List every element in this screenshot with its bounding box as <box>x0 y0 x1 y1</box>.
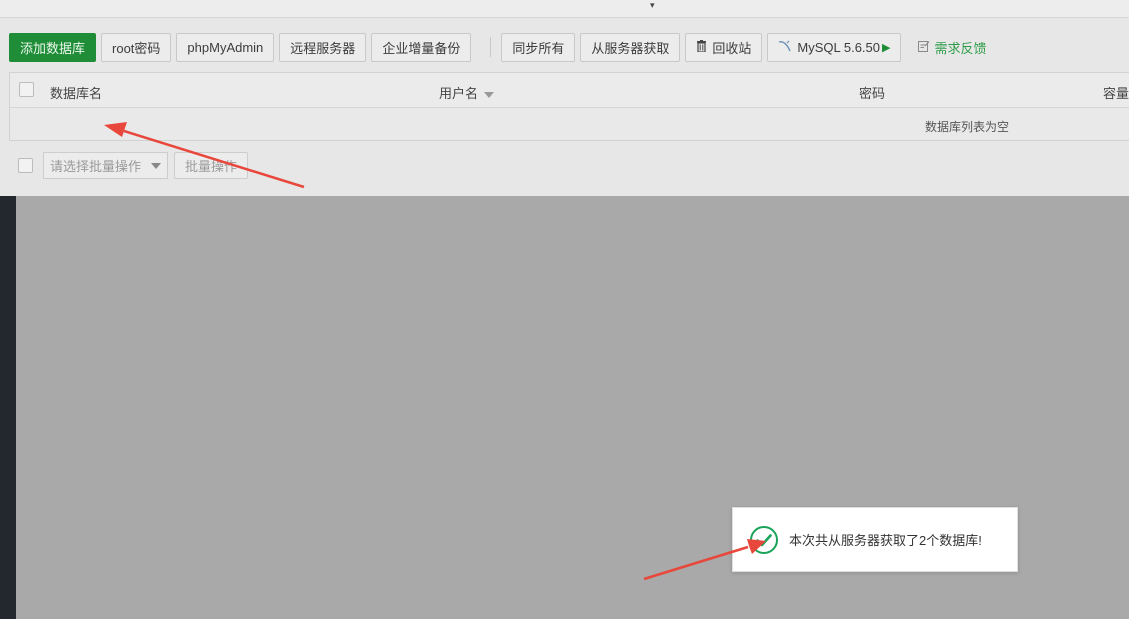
col-database-name: 数据库名 <box>50 86 103 101</box>
toast-message: 本次共从服务器获取了2个数据库! <box>789 533 982 548</box>
empty-state-text: 数据库列表为空 <box>925 120 1010 134</box>
col-capacity: 容量 <box>1103 86 1129 101</box>
feedback-link[interactable]: 需求反馈 <box>918 38 986 57</box>
toolbar-divider <box>490 37 492 57</box>
batch-operation-select[interactable]: 请选择批量操作 <box>43 152 168 179</box>
top-strip: ▾ <box>0 0 1129 18</box>
left-nav-rail <box>0 196 16 619</box>
table-header: 数据库名 用户名 密码 容量 <box>10 73 1129 108</box>
mysql-version-label: MySQL 5.6.50 <box>797 39 880 55</box>
incremental-backup-button[interactable]: 企业增量备份 <box>371 32 472 62</box>
batch-actions: 请选择批量操作 批量操作 <box>18 152 249 179</box>
database-table: 数据库名 用户名 密码 容量 数据库列表为空 <box>9 72 1129 141</box>
fetch-from-server-button[interactable]: 从服务器获取 <box>580 32 681 62</box>
sync-all-button[interactable]: 同步所有 <box>501 32 576 62</box>
col-username[interactable]: 用户名 <box>439 83 495 102</box>
feedback-label: 需求反馈 <box>934 40 987 56</box>
remote-server-button[interactable]: 远程服务器 <box>279 32 367 62</box>
check-circle-icon <box>750 525 778 554</box>
mysql-version-button[interactable]: MySQL 5.6.50 ▶ <box>767 32 902 62</box>
phpmyadmin-button[interactable]: phpMyAdmin <box>176 32 275 62</box>
col-username-label: 用户名 <box>439 86 479 101</box>
sort-caret-icon <box>484 91 495 98</box>
toolbar: 添加数据库 root密码 phpMyAdmin 远程服务器 企业增量备份 同步所… <box>9 32 986 62</box>
database-panel: ▾ 添加数据库 root密码 phpMyAdmin 远程服务器 企业增量备份 同… <box>0 0 1129 196</box>
success-toast: 本次共从服务器获取了2个数据库! <box>732 507 1018 572</box>
root-password-button[interactable]: root密码 <box>101 32 172 62</box>
add-database-button[interactable]: 添加数据库 <box>9 32 97 62</box>
batch-checkbox[interactable] <box>18 158 33 173</box>
edit-icon <box>918 40 930 55</box>
recycle-bin-button[interactable]: 回收站 <box>685 32 763 62</box>
batch-apply-button[interactable]: 批量操作 <box>174 152 249 179</box>
dolphin-icon <box>778 40 792 55</box>
recycle-bin-label: 回收站 <box>712 40 752 56</box>
select-all-checkbox[interactable] <box>19 82 34 97</box>
col-password: 密码 <box>859 86 886 101</box>
play-icon: ▶ <box>882 41 891 54</box>
trash-icon <box>696 39 707 55</box>
chevron-down-icon <box>151 163 161 169</box>
corner-mark: ▾ <box>650 0 655 10</box>
batch-select-placeholder: 请选择批量操作 <box>50 159 142 174</box>
